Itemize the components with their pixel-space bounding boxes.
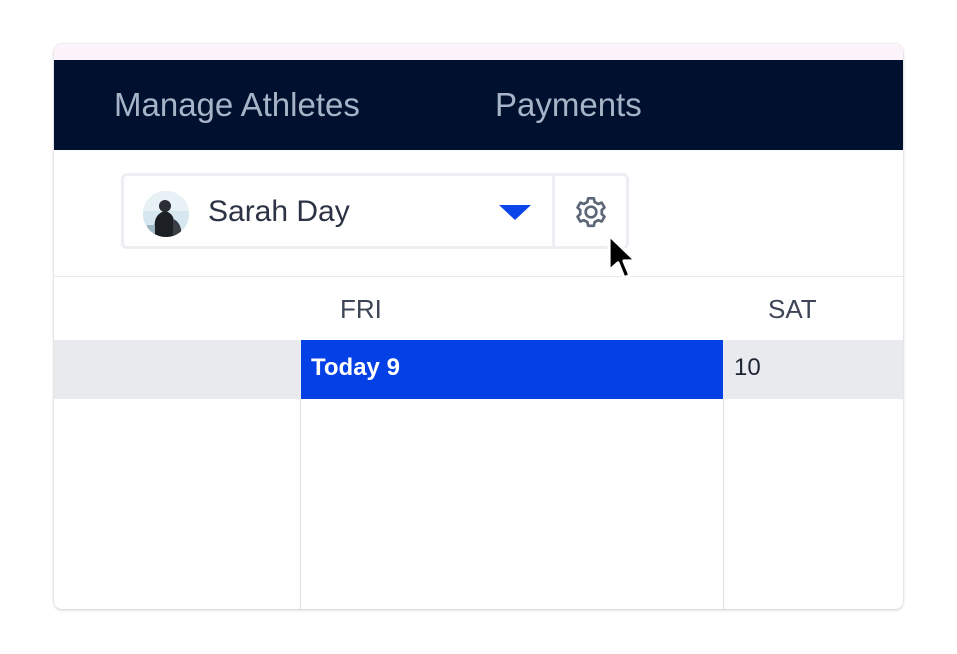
athlete-dropdown[interactable]: Sarah Day — [124, 176, 554, 246]
card-top-strip — [54, 44, 903, 60]
column-divider — [300, 399, 301, 609]
top-nav: Manage Athletes Payments — [54, 60, 903, 150]
date-cell-today[interactable]: Today 9 — [301, 340, 723, 399]
nav-payments[interactable]: Payments — [495, 60, 642, 150]
date-row: Today 9 10 — [54, 340, 903, 399]
caret-down-icon — [499, 205, 531, 220]
day-label-sat: SAT — [768, 294, 817, 324]
avatar — [143, 191, 189, 237]
calendar-body[interactable] — [54, 399, 903, 609]
athlete-name: Sarah Day — [208, 195, 350, 228]
date-cell-10[interactable]: 10 — [724, 340, 761, 399]
athlete-selector: Sarah Day — [121, 173, 629, 249]
calendar-day-header: FRI SAT — [54, 276, 903, 340]
column-divider — [723, 399, 724, 609]
calendar-card: Manage Athletes Payments Sarah Day FRI S… — [54, 44, 903, 609]
toolbar: Sarah Day — [54, 150, 903, 276]
athlete-avatar-image — [143, 191, 189, 237]
gear-icon — [576, 197, 606, 228]
mouse-pointer-icon — [607, 233, 638, 280]
day-label-fri: FRI — [340, 294, 382, 324]
nav-manage-athletes[interactable]: Manage Athletes — [114, 60, 360, 150]
